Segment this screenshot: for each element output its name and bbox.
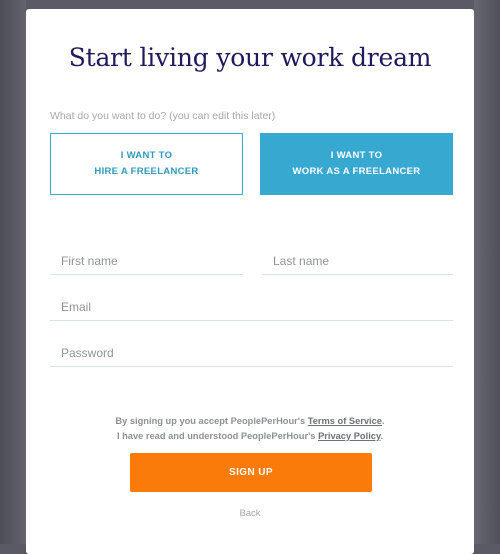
hire-option-line1: I WANT TO (120, 150, 173, 161)
privacy-suffix: . (380, 431, 384, 441)
work-as-freelancer-option[interactable]: I WANT TO WORK AS A FREELANCER (260, 133, 453, 195)
password-input[interactable] (50, 339, 453, 366)
privacy-prefix: I have read and understood PeoplePerHour… (116, 431, 319, 441)
hire-freelancer-option[interactable]: I WANT TO HIRE A FREELANCER (50, 133, 243, 195)
hire-option-line2: HIRE A FREELANCER (94, 166, 199, 177)
privacy-policy-link[interactable]: Privacy Policy (318, 431, 380, 441)
privacy-line: I have read and understood PeoplePerHour… (26, 429, 474, 444)
terms-prefix: By signing up you accept PeoplePerHour's (115, 416, 308, 426)
page-title: Start living your work dream (68, 43, 432, 72)
last-name-field-wrapper (262, 247, 453, 275)
terms-of-service-link[interactable]: Terms of Service (308, 416, 382, 426)
legal-notice: By signing up you accept PeoplePerHour's… (26, 414, 474, 444)
terms-suffix: . (381, 416, 385, 426)
work-option-line1: I WANT TO (330, 150, 383, 161)
back-link[interactable]: Back (26, 508, 474, 519)
backdrop-left (0, 0, 26, 544)
sign-up-button[interactable]: SIGN UP (130, 453, 372, 492)
first-name-input[interactable] (50, 247, 243, 274)
terms-line: By signing up you accept PeoplePerHour's… (26, 414, 474, 429)
backdrop-right (474, 0, 500, 544)
password-field-wrapper (50, 339, 453, 367)
email-field-wrapper (50, 293, 453, 321)
signup-card: Start living your work dream What do you… (26, 9, 474, 554)
role-prompt: What do you want to do? (you can edit th… (50, 110, 276, 122)
first-name-field-wrapper (50, 247, 243, 275)
work-option-line2: WORK AS A FREELANCER (292, 166, 421, 177)
email-input[interactable] (50, 293, 453, 320)
last-name-input[interactable] (262, 247, 453, 274)
